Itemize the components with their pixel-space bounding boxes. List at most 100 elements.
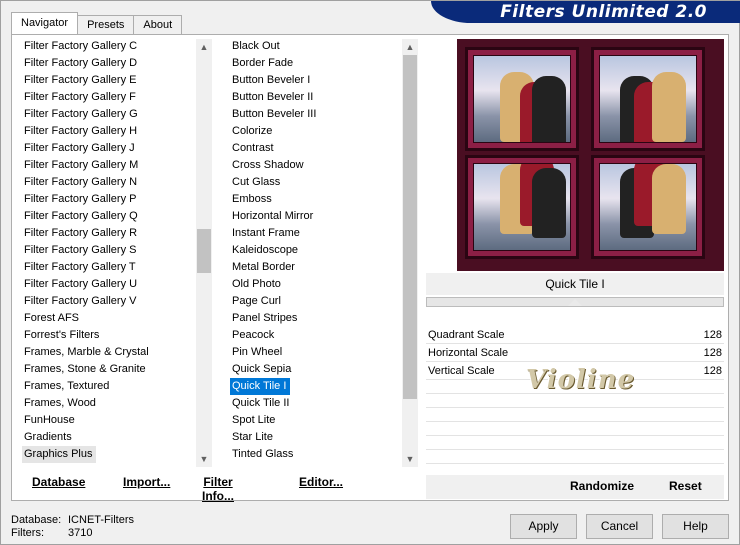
filter-item[interactable]: Horizontal Mirror <box>230 208 400 225</box>
category-item-row: Filter Factory Gallery H <box>22 123 197 140</box>
parameter-name: Vertical Scale <box>428 365 495 377</box>
scroll-down-icon[interactable]: ▼ <box>402 451 418 467</box>
database-info: Database: ICNET-Filters Filters: 3710 <box>11 514 134 540</box>
reset-button[interactable]: Reset <box>669 479 702 493</box>
filter-item[interactable]: Old Photo <box>230 276 400 293</box>
category-item-row: Filter Factory Gallery S <box>22 242 197 259</box>
filter-item[interactable]: Cross Shadow <box>230 157 400 174</box>
category-item[interactable]: Filter Factory Gallery G <box>22 106 197 123</box>
filter-item[interactable]: Peacock <box>230 327 400 344</box>
filter-item[interactable]: Button Beveler III <box>230 106 400 123</box>
filter-item[interactable]: Kaleidoscope <box>230 242 400 259</box>
scroll-up-icon[interactable]: ▲ <box>402 39 418 55</box>
category-scrollbar[interactable]: ▲ ▼ <box>196 39 212 467</box>
category-item[interactable]: Filter Factory Gallery J <box>22 140 197 157</box>
category-item[interactable]: Filter Factory Gallery V <box>22 293 197 310</box>
preview-filter-name: Quick Tile I <box>426 273 724 295</box>
filter-item[interactable]: Page Curl <box>230 293 400 310</box>
randomize-button[interactable]: Randomize <box>570 479 634 493</box>
filter-item-row: Button Beveler III <box>230 106 400 123</box>
filter-item-row: Page Curl <box>230 293 400 310</box>
parameter-buttons: Randomize Reset <box>426 475 724 499</box>
tab-navigator[interactable]: Navigator <box>11 12 79 34</box>
category-item[interactable]: Filter Factory Gallery M <box>22 157 197 174</box>
category-item[interactable]: Frames, Textured <box>22 378 197 395</box>
filter-item[interactable]: Emboss <box>230 191 400 208</box>
parameter-value: 128 <box>703 347 722 359</box>
filter-item-row: Colorize <box>230 123 400 140</box>
filter-item[interactable]: Contrast <box>230 140 400 157</box>
category-item[interactable]: Filter Factory Gallery D <box>22 55 197 72</box>
filters-unlimited-window: Filters Unlimited 2.0 Navigator Presets … <box>0 0 740 545</box>
category-item[interactable]: Filter Factory Gallery U <box>22 276 197 293</box>
category-item[interactable]: Forrest's Filters <box>22 327 197 344</box>
filter-item[interactable]: Pin Wheel <box>230 344 400 361</box>
category-item[interactable]: Filter Factory Gallery C <box>22 38 197 55</box>
category-item[interactable]: Frames, Marble & Crystal <box>22 344 197 361</box>
category-scroll-thumb[interactable] <box>197 229 211 273</box>
category-item-row: Filter Factory Gallery G <box>22 106 197 123</box>
category-item[interactable]: Forest AFS <box>22 310 197 327</box>
database-button[interactable]: Database <box>32 475 85 489</box>
filter-item[interactable]: Instant Frame <box>230 225 400 242</box>
apply-button[interactable]: Apply <box>510 514 577 539</box>
filter-item[interactable]: Panel Stripes <box>230 310 400 327</box>
parameter-row[interactable]: Quadrant Scale 128 <box>426 326 724 344</box>
category-item[interactable]: Filter Factory Gallery P <box>22 191 197 208</box>
category-item[interactable]: Filter Factory Gallery Q <box>22 208 197 225</box>
category-item[interactable]: FunHouse <box>22 412 197 429</box>
filter-list[interactable]: Black Out Border Fade Button Beveler I Butt… <box>230 38 400 503</box>
scroll-down-icon[interactable]: ▼ <box>196 451 212 467</box>
tab-about[interactable]: About <box>133 15 183 34</box>
category-item-row: Filter Factory Gallery V <box>22 293 197 310</box>
filter-item[interactable]: Cut Glass <box>230 174 400 191</box>
category-item[interactable]: Gradients <box>22 429 197 446</box>
database-value: ICNET-Filters <box>68 514 134 526</box>
category-item[interactable]: Filter Factory Gallery H <box>22 123 197 140</box>
parameter-row-empty <box>426 408 724 422</box>
filter-item-row: Spot Lite <box>230 412 400 429</box>
category-item[interactable]: Frames, Wood <box>22 395 197 412</box>
category-list[interactable]: Filter Factory Gallery C Filter Factory G… <box>22 38 197 503</box>
category-item-row: Gradients <box>22 429 197 446</box>
filter-item[interactable]: Metal Border <box>230 259 400 276</box>
category-item[interactable]: Filter Factory Gallery T <box>22 259 197 276</box>
filter-item-row: Star Lite <box>230 429 400 446</box>
category-item[interactable]: Filter Factory Gallery S <box>22 242 197 259</box>
cancel-button[interactable]: Cancel <box>586 514 653 539</box>
import-button[interactable]: Import... <box>123 475 170 489</box>
parameter-value: 128 <box>703 329 722 341</box>
filter-item[interactable]: Quick Sepia <box>230 361 400 378</box>
filter-item[interactable]: Tinted Glass <box>230 446 400 463</box>
tab-presets[interactable]: Presets <box>77 15 135 34</box>
category-item[interactable]: Graphics Plus <box>22 446 97 463</box>
scroll-up-icon[interactable]: ▲ <box>196 39 212 55</box>
filter-item[interactable]: Button Beveler I <box>230 72 400 89</box>
editor-button[interactable]: Editor... <box>299 475 343 489</box>
filter-scrollbar[interactable]: ▲ ▼ <box>402 39 418 467</box>
category-item-row: Filter Factory Gallery P <box>22 191 197 208</box>
category-item[interactable]: Frames, Stone & Granite <box>22 361 197 378</box>
category-item-row: Filter Factory Gallery F <box>22 89 197 106</box>
filter-item[interactable]: Button Beveler II <box>230 89 400 106</box>
parameter-row[interactable]: Horizontal Scale 128 <box>426 344 724 362</box>
filter-info-button[interactable]: Filter Info... <box>202 475 234 503</box>
category-item[interactable]: Filter Factory Gallery R <box>22 225 197 242</box>
filter-item[interactable]: Colorize <box>230 123 400 140</box>
filter-item[interactable]: Border Fade <box>230 55 400 72</box>
category-item-row: Filter Factory Gallery N <box>22 174 197 191</box>
filter-item[interactable]: Quick Tile II <box>230 395 400 412</box>
filter-scroll-thumb[interactable] <box>403 55 417 399</box>
filter-item[interactable]: Spot Lite <box>230 412 400 429</box>
category-item[interactable]: Filter Factory Gallery N <box>22 174 197 191</box>
filter-item[interactable]: Black Out <box>230 38 400 55</box>
navigator-panel: Filter Factory Gallery C Filter Factory G… <box>11 34 729 503</box>
filter-item[interactable]: Star Lite <box>230 429 400 446</box>
help-button[interactable]: Help <box>662 514 729 539</box>
category-item-row: Forrest's Filters <box>22 327 197 344</box>
category-item[interactable]: Filter Factory Gallery E <box>22 72 197 89</box>
filter-item[interactable]: Quick Tile I <box>230 378 291 395</box>
category-item[interactable]: Filter Factory Gallery F <box>22 89 197 106</box>
category-item-row: Graphics Plus <box>22 446 197 463</box>
category-item-row: Filter Factory Gallery C <box>22 38 197 55</box>
